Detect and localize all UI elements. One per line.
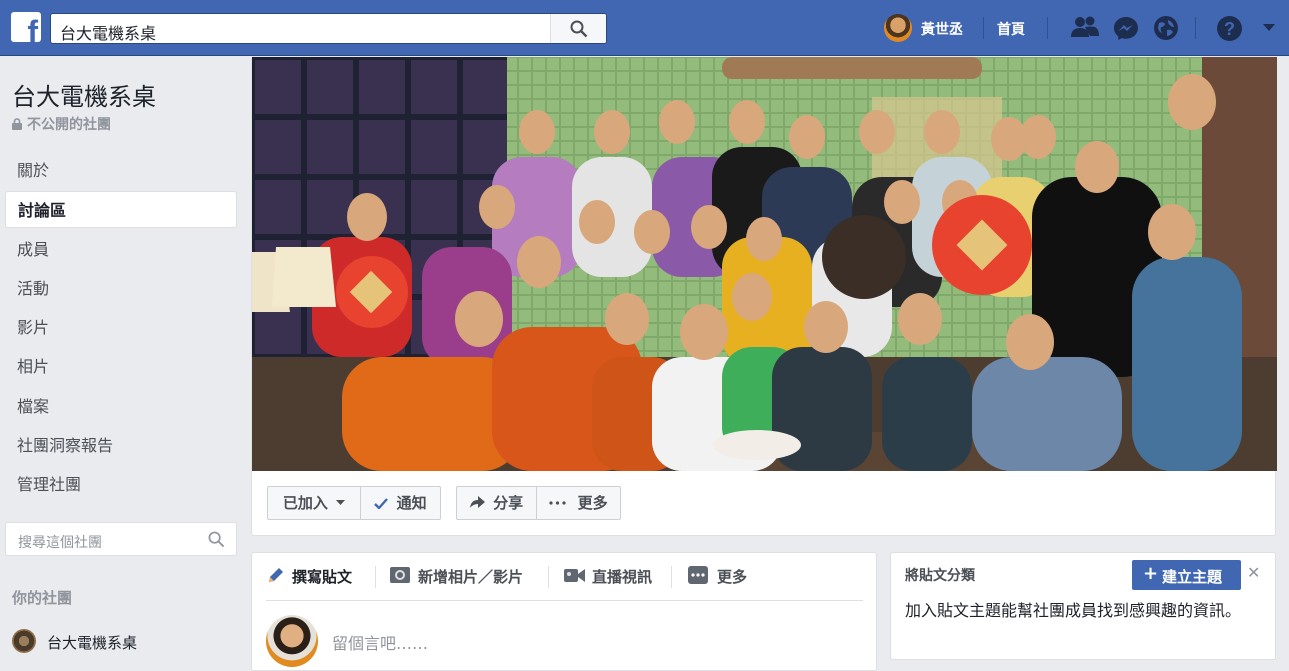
topics-title: 將貼文分類: [905, 568, 975, 584]
home-link[interactable]: 首頁: [997, 19, 1025, 39]
group-name[interactable]: 台大電機系桌: [12, 77, 156, 112]
sidebar-item-members[interactable]: 成員: [5, 231, 237, 268]
joined-label: 已加入: [282, 494, 328, 512]
share-button[interactable]: 分享: [457, 487, 536, 519]
search-box[interactable]: 台大電機系桌: [50, 13, 607, 44]
avatar[interactable]: [266, 615, 318, 667]
divider: [671, 566, 672, 588]
divider: [548, 566, 549, 588]
privacy-label: 不公開的社團: [27, 117, 111, 133]
sidebar-item-events[interactable]: 活動: [5, 270, 237, 307]
post-composer: 撰寫貼文 新增相片／影片 直播視訊 更多 留個言吧……: [251, 552, 877, 671]
your-groups-title: 你的社團: [12, 589, 73, 607]
share-label: 分享: [493, 494, 524, 512]
avatar[interactable]: [884, 14, 912, 42]
notify-label: 通知: [396, 494, 427, 512]
create-topic-label: 建立主題: [1162, 568, 1223, 586]
sidebar-item-files[interactable]: 檔案: [5, 388, 237, 425]
facebook-logo-icon[interactable]: f: [11, 12, 41, 42]
close-icon[interactable]: ✕: [1247, 563, 1260, 582]
sidebar-item-discussion[interactable]: 討論區: [5, 191, 237, 229]
joined-button[interactable]: 已加入: [268, 487, 360, 519]
share-actions: 分享 更多: [456, 486, 621, 520]
search-button[interactable]: [550, 14, 606, 43]
profile-name[interactable]: 黃世丞: [921, 19, 963, 39]
sidebar-item-videos[interactable]: 影片: [5, 309, 237, 346]
group-search-input[interactable]: 搜尋這個社團: [5, 522, 237, 556]
search-icon[interactable]: [208, 531, 225, 548]
notifications-button[interactable]: 通知: [361, 487, 440, 519]
cover-photo[interactable]: [252, 57, 1277, 471]
tab-live-video-label: 直播視訊: [592, 568, 653, 586]
help-icon[interactable]: ?: [1216, 15, 1243, 42]
pencil-icon: [269, 568, 283, 582]
caret-down-icon: [336, 500, 346, 505]
camera-icon: [390, 567, 410, 583]
top-bar: f 台大電機系桌 黃世丞 首頁 ?: [0, 0, 1289, 56]
notifications-globe-icon[interactable]: [1153, 15, 1179, 41]
post-topics-card: 將貼文分類 + 建立主題 ✕ 加入貼文主題能幫社團成員找到感興趣的資訊。: [890, 552, 1276, 660]
svg-text:?: ?: [1224, 19, 1235, 39]
membership-actions: 已加入 通知: [267, 486, 441, 520]
plus-icon: +: [1143, 563, 1159, 584]
more-button[interactable]: 更多: [537, 487, 620, 519]
group-header: 已加入 通知 分享 更多: [251, 57, 1277, 536]
tab-more-label: 更多: [717, 568, 748, 586]
tab-write-post-label: 撰寫貼文: [292, 568, 353, 586]
search-input[interactable]: 台大電機系桌: [60, 20, 156, 44]
friend-requests-icon[interactable]: [1071, 15, 1099, 41]
sidebar-item-manage[interactable]: 管理社團: [5, 466, 237, 503]
search-icon: [570, 20, 588, 38]
check-icon: [374, 498, 389, 510]
divider: [983, 17, 984, 39]
left-sidebar: 台大電機系桌 不公開的社團 關於 討論區 成員 活動 影片 相片 檔案 社團洞察…: [0, 57, 250, 671]
group-privacy: 不公開的社團: [12, 114, 111, 134]
sidebar-item-about[interactable]: 關於: [5, 152, 237, 189]
topics-description: 加入貼文主題能幫社團成員找到感興趣的資訊。: [905, 601, 1242, 620]
lock-icon: [12, 118, 22, 130]
video-camera-icon: [564, 569, 585, 582]
sidebar-item-insights[interactable]: 社團洞察報告: [5, 427, 237, 464]
group-avatar: [12, 629, 36, 653]
tab-add-photo-label: 新增相片／影片: [418, 568, 524, 586]
divider: [1195, 17, 1196, 39]
ellipsis-icon: [549, 501, 566, 505]
chevron-down-icon[interactable]: [1263, 24, 1275, 32]
group-search-placeholder: 搜尋這個社團: [18, 535, 102, 551]
share-arrow-icon: [469, 496, 485, 508]
your-group-label[interactable]: 台大電機系桌: [47, 632, 137, 653]
composer-input[interactable]: 留個言吧……: [332, 630, 428, 654]
more-label: 更多: [577, 494, 608, 512]
sidebar-item-photos[interactable]: 相片: [5, 348, 237, 385]
more-icon: [688, 566, 708, 584]
divider: [375, 566, 376, 588]
composer-tabs: 撰寫貼文 新增相片／影片 直播視訊 更多: [266, 553, 863, 601]
messenger-icon[interactable]: [1113, 15, 1139, 41]
group-nav: 關於 討論區 成員 活動 影片 相片 檔案 社團洞察報告 管理社團: [5, 152, 237, 506]
divider: [1047, 17, 1048, 39]
create-topic-button[interactable]: + 建立主題: [1132, 560, 1241, 590]
